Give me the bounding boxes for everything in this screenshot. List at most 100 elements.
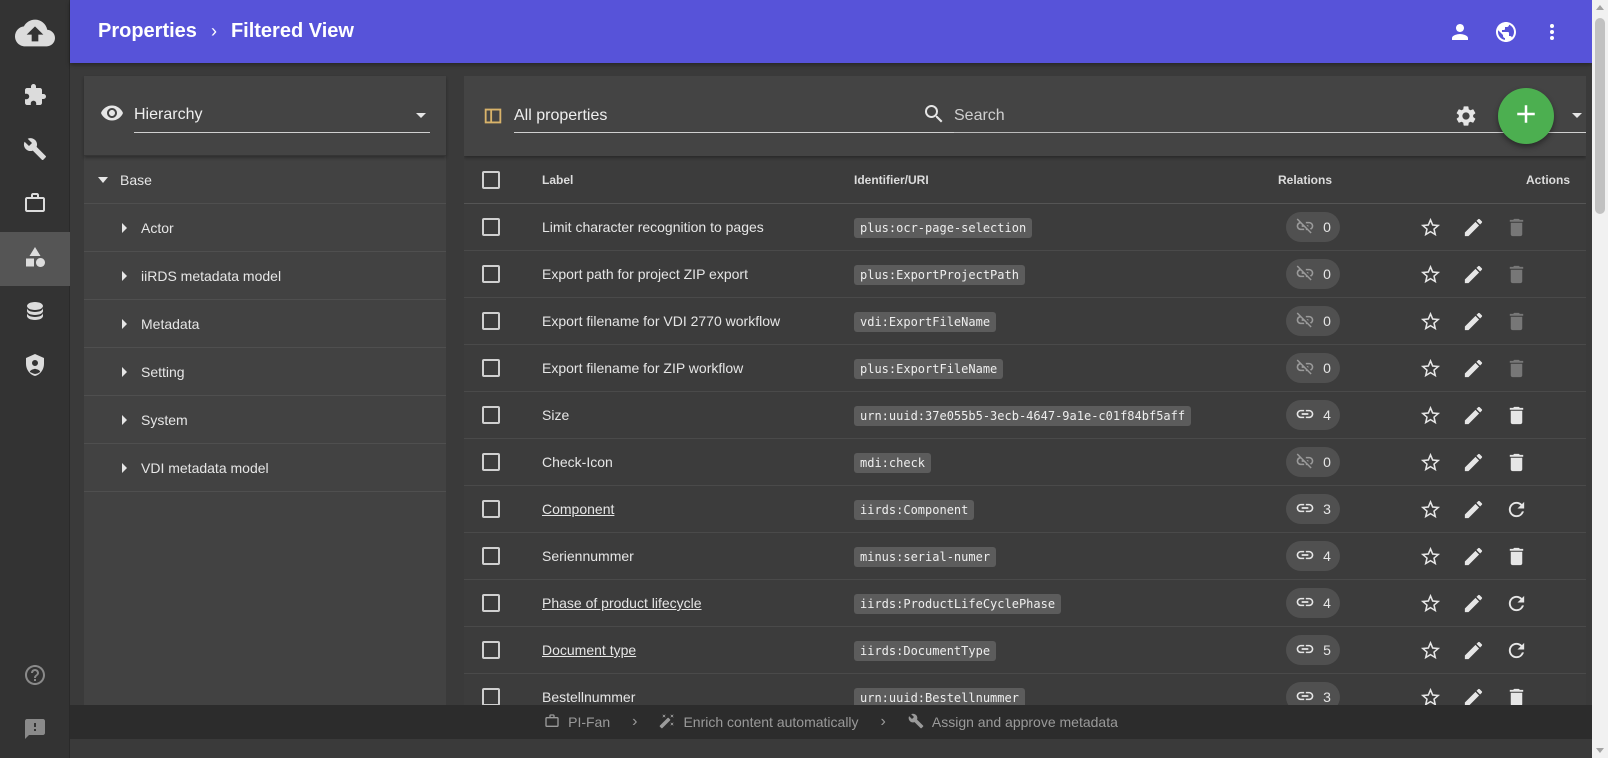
relations-chip[interactable]: 0	[1286, 259, 1340, 289]
relations-chip[interactable]: 4	[1286, 541, 1340, 571]
star-icon[interactable]	[1419, 498, 1442, 521]
nav-admin[interactable]	[0, 340, 70, 394]
star-icon[interactable]	[1419, 451, 1442, 474]
page-scrollbar[interactable]	[1592, 0, 1608, 758]
edit-icon[interactable]	[1462, 404, 1485, 427]
table-row[interactable]: Document type iirds:DocumentType 5	[464, 627, 1586, 674]
nav-tools[interactable]	[0, 124, 70, 178]
edit-icon[interactable]	[1462, 357, 1485, 380]
workflow-step-enrich[interactable]: Enrich content automatically	[659, 713, 859, 732]
column-identifier[interactable]: Identifier/URI	[854, 173, 929, 187]
row-checkbox[interactable]	[482, 688, 500, 706]
property-label[interactable]: Component	[542, 501, 614, 517]
tree-node-setting[interactable]: Setting	[84, 348, 446, 396]
edit-icon[interactable]	[1462, 498, 1485, 521]
tree-node-actor[interactable]: Actor	[84, 204, 446, 252]
breadcrumb-properties[interactable]: Properties	[98, 20, 197, 43]
row-checkbox[interactable]	[482, 265, 500, 283]
nav-extensions[interactable]	[0, 70, 70, 124]
property-label[interactable]: Document type	[542, 642, 636, 658]
workflow-step-project[interactable]: PI-Fan	[544, 713, 610, 732]
delete-icon[interactable]	[1505, 451, 1528, 474]
star-icon[interactable]	[1419, 310, 1442, 333]
reset-icon[interactable]	[1505, 498, 1528, 521]
relations-chip[interactable]: 0	[1286, 353, 1340, 383]
relations-chip[interactable]: 4	[1286, 400, 1340, 430]
delete-icon[interactable]	[1505, 404, 1528, 427]
table-row[interactable]: Check-Icon mdi:check 0	[464, 439, 1586, 486]
row-checkbox[interactable]	[482, 594, 500, 612]
workflow-step-assign[interactable]: Assign and approve metadata	[908, 713, 1118, 732]
nav-feedback[interactable]	[0, 704, 70, 758]
table-row[interactable]: Export filename for VDI 2770 workflow vd…	[464, 298, 1586, 345]
scroll-down-arrow[interactable]	[1596, 748, 1604, 753]
nav-database[interactable]	[0, 286, 70, 340]
relations-chip[interactable]: 5	[1286, 635, 1340, 665]
star-icon[interactable]	[1419, 357, 1442, 380]
row-checkbox[interactable]	[482, 312, 500, 330]
nav-help[interactable]	[0, 650, 70, 704]
expand-icon[interactable]	[122, 318, 127, 329]
edit-icon[interactable]	[1462, 451, 1485, 474]
nav-projects[interactable]	[0, 178, 70, 232]
scroll-up-arrow[interactable]	[1596, 5, 1604, 10]
relations-chip[interactable]: 3	[1286, 494, 1340, 524]
row-checkbox[interactable]	[482, 547, 500, 565]
expand-icon[interactable]	[122, 270, 127, 281]
delete-icon[interactable]	[1505, 545, 1528, 568]
row-checkbox[interactable]	[482, 359, 500, 377]
table-row[interactable]: Seriennummer minus:serial-numer 4	[464, 533, 1586, 580]
row-checkbox[interactable]	[482, 641, 500, 659]
gear-icon[interactable]	[1454, 104, 1478, 128]
table-row[interactable]: Export filename for ZIP workflow plus:Ex…	[464, 345, 1586, 392]
select-all-checkbox[interactable]	[482, 170, 500, 189]
tree-node-base[interactable]: Base	[84, 156, 446, 204]
table-row[interactable]: Phase of product lifecycle iirds:Product…	[464, 580, 1586, 627]
relations-chip[interactable]: 4	[1286, 588, 1340, 618]
row-checkbox[interactable]	[482, 218, 500, 236]
star-icon[interactable]	[1419, 592, 1442, 615]
property-label[interactable]: Phase of product lifecycle	[542, 595, 702, 611]
edit-icon[interactable]	[1462, 263, 1485, 286]
reset-icon[interactable]	[1505, 592, 1528, 615]
star-icon[interactable]	[1419, 216, 1442, 239]
search-input[interactable]	[954, 99, 1280, 133]
table-row[interactable]: Limit character recognition to pages plu…	[464, 204, 1586, 251]
expand-icon[interactable]	[122, 414, 127, 425]
table-row[interactable]: Size urn:uuid:37e055b5-3ecb-4647-9a1e-c0…	[464, 392, 1586, 439]
edit-icon[interactable]	[1462, 592, 1485, 615]
edit-icon[interactable]	[1462, 310, 1485, 333]
row-checkbox[interactable]	[482, 406, 500, 424]
tree-node-iirds[interactable]: iiRDS metadata model	[84, 252, 446, 300]
tree-node-system[interactable]: System	[84, 396, 446, 444]
table-row[interactable]: Export path for project ZIP export plus:…	[464, 251, 1586, 298]
star-icon[interactable]	[1419, 263, 1442, 286]
globe-icon[interactable]	[1494, 20, 1518, 44]
app-logo[interactable]	[0, 0, 70, 70]
relations-chip[interactable]: 0	[1286, 306, 1340, 336]
star-icon[interactable]	[1419, 639, 1442, 662]
collapse-icon[interactable]	[98, 176, 108, 183]
column-label[interactable]: Label	[542, 173, 573, 187]
edit-icon[interactable]	[1462, 639, 1485, 662]
tree-node-metadata[interactable]: Metadata	[84, 300, 446, 348]
edit-icon[interactable]	[1462, 216, 1485, 239]
row-checkbox[interactable]	[482, 500, 500, 518]
tree-node-vdi[interactable]: VDI metadata model	[84, 444, 446, 492]
table-row[interactable]: Component iirds:Component 3	[464, 486, 1586, 533]
scroll-thumb[interactable]	[1595, 18, 1605, 214]
account-icon[interactable]	[1448, 20, 1472, 44]
more-vertical-icon[interactable]	[1540, 20, 1564, 44]
star-icon[interactable]	[1419, 404, 1442, 427]
expand-icon[interactable]	[122, 366, 127, 377]
relations-chip[interactable]: 0	[1286, 212, 1340, 242]
nav-properties[interactable]	[0, 232, 70, 286]
edit-icon[interactable]	[1462, 545, 1485, 568]
reset-icon[interactable]	[1505, 639, 1528, 662]
add-property-button[interactable]	[1498, 88, 1554, 144]
relations-chip[interactable]: 0	[1286, 447, 1340, 477]
view-selector[interactable]: Hierarchy	[134, 99, 430, 133]
row-checkbox[interactable]	[482, 453, 500, 471]
expand-icon[interactable]	[122, 222, 127, 233]
star-icon[interactable]	[1419, 545, 1442, 568]
